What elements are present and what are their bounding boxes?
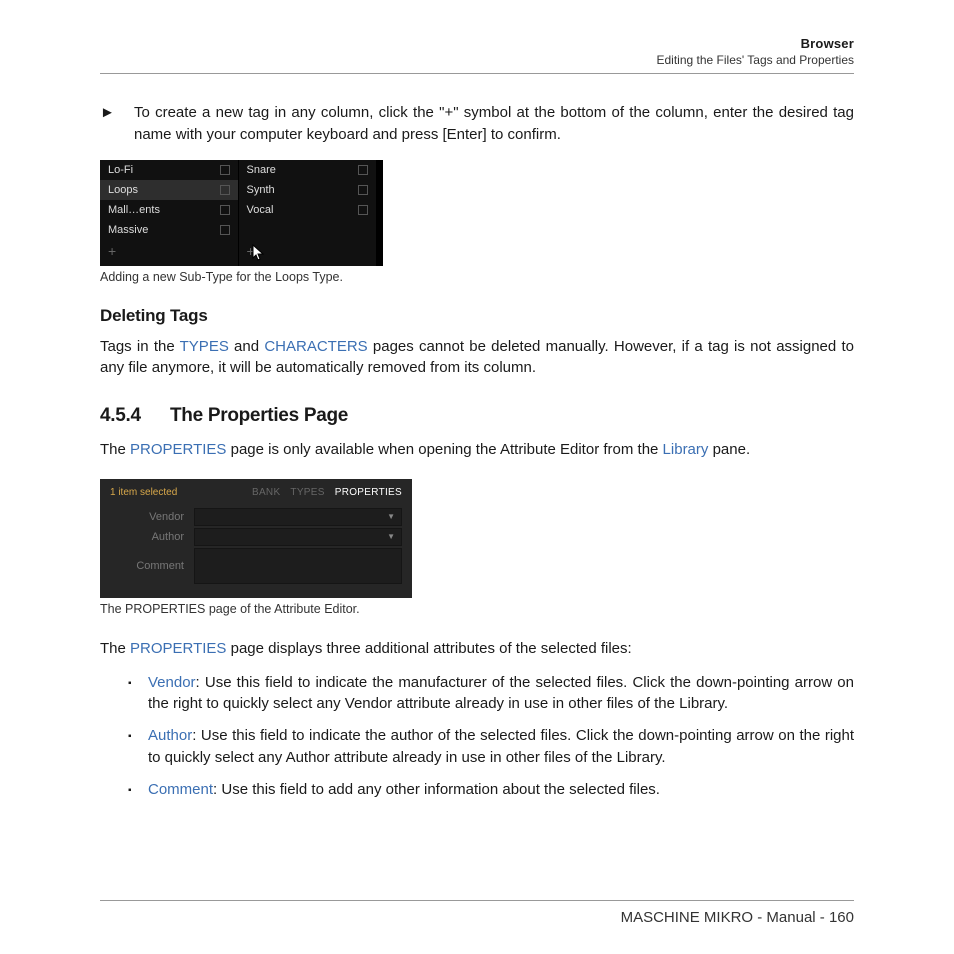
- figure-tags-panel: Lo-Fi Loops Mall…ents Massive + Snare Sy…: [100, 160, 854, 266]
- label-author: Author: [110, 531, 194, 543]
- instruction-block: ► To create a new tag in any column, cli…: [100, 102, 854, 146]
- figure-caption: The PROPERTIES page of the Attribute Edi…: [100, 602, 854, 616]
- bullet-list: ▪ Vendor: Use this field to indicate the…: [128, 672, 854, 801]
- comment-textarea[interactable]: [194, 548, 402, 584]
- instruction-arrow-icon: ►: [100, 102, 116, 146]
- paragraph: The PROPERTIES page is only available wh…: [100, 439, 854, 461]
- header-rule: [100, 73, 854, 74]
- footer-rule: [100, 900, 854, 901]
- bullet-icon: ▪: [128, 779, 142, 801]
- vendor-dropdown[interactable]: ▼: [194, 508, 402, 526]
- tag-row[interactable]: Massive: [100, 220, 238, 240]
- section-heading: 4.5.4 The Properties Page: [100, 405, 854, 427]
- list-item: ▪ Vendor: Use this field to indicate the…: [128, 672, 854, 716]
- term-comment: Comment: [148, 781, 213, 798]
- tab-bank[interactable]: BANK: [252, 487, 280, 498]
- scrollbar-track[interactable]: [377, 160, 383, 266]
- checkbox-icon[interactable]: [220, 165, 230, 175]
- checkbox-icon[interactable]: [220, 205, 230, 215]
- term-vendor: Vendor: [148, 674, 196, 691]
- link-library[interactable]: Library: [663, 441, 709, 458]
- tab-types[interactable]: TYPES: [290, 487, 324, 498]
- chevron-down-icon: ▼: [387, 532, 395, 541]
- page-footer: MASCHINE MIKRO - Manual - 160: [100, 900, 854, 926]
- tag-row[interactable]: Synth: [239, 180, 377, 200]
- bullet-icon: ▪: [128, 725, 142, 769]
- heading-deleting-tags: Deleting Tags: [100, 306, 854, 326]
- bullet-icon: ▪: [128, 672, 142, 716]
- tag-row[interactable]: Mall…ents: [100, 200, 238, 220]
- figure-properties-panel: 1 item selected BANK TYPES PROPERTIES Ve…: [100, 479, 854, 598]
- instruction-text: To create a new tag in any column, click…: [134, 102, 854, 146]
- checkbox-icon[interactable]: [220, 225, 230, 235]
- tag-column-1: Lo-Fi Loops Mall…ents Massive +: [100, 160, 239, 266]
- tag-row[interactable]: Vocal: [239, 200, 377, 220]
- label-vendor: Vendor: [110, 511, 194, 523]
- checkbox-icon[interactable]: [358, 185, 368, 195]
- checkbox-icon[interactable]: [358, 165, 368, 175]
- mouse-cursor-icon: [252, 244, 266, 262]
- section-title: The Properties Page: [170, 405, 348, 427]
- section-number: 4.5.4: [100, 405, 170, 427]
- chevron-down-icon: ▼: [387, 512, 395, 521]
- footer-text: MASCHINE MIKRO - Manual - 160: [100, 909, 854, 926]
- tab-properties[interactable]: PROPERTIES: [335, 487, 402, 498]
- link-types[interactable]: TYPES: [180, 338, 229, 355]
- link-properties[interactable]: PROPERTIES: [130, 441, 226, 458]
- paragraph: Tags in the TYPES and CHARACTERS pages c…: [100, 336, 854, 380]
- author-dropdown[interactable]: ▼: [194, 528, 402, 546]
- header-subtitle: Editing the Files' Tags and Properties: [100, 53, 854, 67]
- figure-caption: Adding a new Sub-Type for the Loops Type…: [100, 270, 854, 284]
- add-tag-button[interactable]: +: [100, 240, 238, 262]
- header-title: Browser: [100, 36, 854, 51]
- selection-count: 1 item selected: [110, 487, 177, 498]
- tag-row-selected[interactable]: Loops: [100, 180, 238, 200]
- tag-row[interactable]: Lo-Fi: [100, 160, 238, 180]
- label-comment: Comment: [110, 560, 194, 572]
- list-item: ▪ Comment: Use this field to add any oth…: [128, 779, 854, 801]
- term-author: Author: [148, 727, 192, 744]
- link-characters[interactable]: CHARACTERS: [264, 338, 367, 355]
- list-item: ▪ Author: Use this field to indicate the…: [128, 725, 854, 769]
- checkbox-icon[interactable]: [358, 205, 368, 215]
- checkbox-icon[interactable]: [220, 185, 230, 195]
- link-properties[interactable]: PROPERTIES: [130, 640, 226, 657]
- tag-row[interactable]: Snare: [239, 160, 377, 180]
- page-header: Browser Editing the Files' Tags and Prop…: [100, 36, 854, 67]
- paragraph: The PROPERTIES page displays three addit…: [100, 638, 854, 660]
